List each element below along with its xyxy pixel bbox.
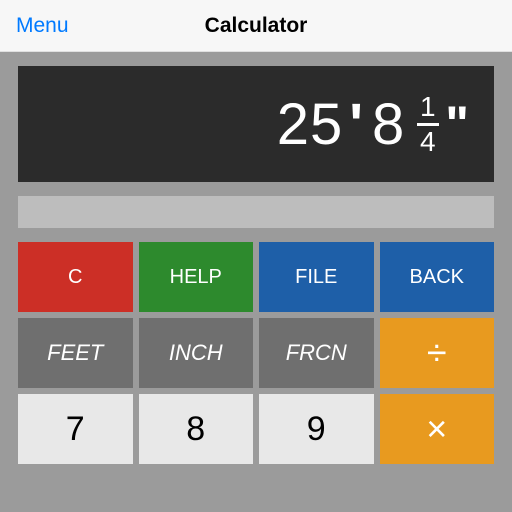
clear-button[interactable]: C [18,242,133,312]
display-inches: 8 [372,91,405,158]
nav-bar: Menu Calculator [0,0,512,52]
display-feet-mark: ' [349,91,364,158]
digit-8-button[interactable]: 8 [139,394,254,464]
keypad: C HELP FILE BACK FEET INCH FRCN ÷ 7 8 9 … [18,242,494,464]
help-button[interactable]: HELP [139,242,254,312]
menu-button[interactable]: Menu [16,14,69,38]
secondary-display [18,196,494,228]
fraction-button[interactable]: FRCN [259,318,374,388]
digit-9-button[interactable]: 9 [259,394,374,464]
main-display: 25 ' 8 1 4 " [18,66,494,182]
back-button[interactable]: BACK [380,242,495,312]
multiply-icon: × [426,411,447,447]
feet-button[interactable]: FEET [18,318,133,388]
display-frac-denominator: 4 [417,123,439,156]
display-frac-numerator: 1 [420,93,437,123]
file-button[interactable]: FILE [259,242,374,312]
inch-button[interactable]: INCH [139,318,254,388]
divide-icon: ÷ [427,335,447,371]
calculator-body: 25 ' 8 1 4 " C HELP FILE BACK FEET INCH … [0,52,512,512]
display-fraction: 1 4 [417,93,439,156]
divide-button[interactable]: ÷ [380,318,495,388]
display-feet: 25 [277,91,344,158]
digit-7-button[interactable]: 7 [18,394,133,464]
page-title: Calculator [205,14,308,38]
display-inch-mark: " [445,95,470,153]
multiply-button[interactable]: × [380,394,495,464]
